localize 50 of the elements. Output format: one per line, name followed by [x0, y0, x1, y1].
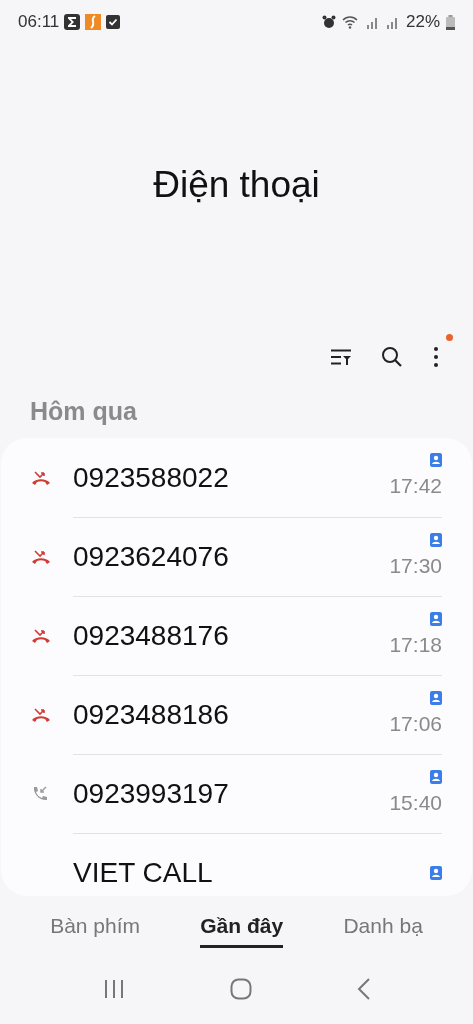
call-log-item[interactable]: 0923624076 17:30: [1, 517, 472, 596]
contact-icon: [430, 611, 442, 626]
contact-icon: [430, 769, 442, 784]
contact-icon: [430, 866, 442, 880]
battery-percentage: 22%: [405, 11, 440, 34]
call-time: 15:40: [389, 789, 442, 816]
wifi-icon: [341, 15, 360, 29]
incoming-call-icon: [31, 784, 49, 803]
recent-apps-icon[interactable]: [102, 979, 125, 999]
missed-call-icon: [31, 548, 51, 565]
call-log-item[interactable]: 0923993197 15:40: [1, 754, 472, 833]
bottom-tab[interactable]: Gần đây: [200, 909, 284, 949]
missed-call-icon: [31, 706, 51, 723]
contact-icon: [430, 532, 442, 547]
signal-icon: [365, 15, 380, 29]
wave-app-icon: [85, 14, 102, 30]
missed-call-icon: [31, 627, 51, 644]
call-time: 17:18: [389, 631, 442, 658]
bottom-tab[interactable]: Bàn phím: [50, 909, 140, 949]
call-time: 17:42: [389, 473, 442, 500]
caller-number: 0923993197: [73, 777, 229, 811]
search-icon: [381, 346, 403, 368]
caller-number: 0923588022: [73, 460, 229, 495]
call-log-item[interactable]: 0923488176 17:18: [1, 596, 472, 675]
status-time: 06:11: [18, 11, 60, 34]
section-header: Hôm qua: [30, 395, 137, 427]
page-title: Điện thoại: [153, 163, 320, 208]
call-log-item[interactable]: VIET CALL: [1, 833, 472, 896]
signal-icon: [385, 15, 400, 29]
missed-call-icon: [31, 469, 51, 486]
more-options-icon: [433, 346, 439, 368]
caller-number: 0923624076: [73, 540, 229, 574]
call-time: 17:30: [389, 552, 442, 579]
home-icon[interactable]: [229, 978, 252, 1000]
caller-number: 0923488176: [73, 619, 229, 653]
call-log-item[interactable]: 0923588022 17:42: [1, 438, 472, 517]
battery-icon: [446, 14, 455, 30]
bottom-tab[interactable]: Danh bạ: [343, 909, 423, 949]
filter-button[interactable]: [329, 347, 353, 367]
contact-icon: [430, 453, 442, 468]
sigma-app-icon: [64, 14, 81, 30]
contact-icon: [430, 690, 442, 705]
call-time: 17:06: [389, 710, 442, 737]
caller-number: 0923488186: [73, 698, 229, 732]
checkbox-app-icon: [106, 15, 121, 29]
call-log-item[interactable]: 0923488186 17:06: [1, 675, 472, 754]
caller-number: VIET CALL: [73, 856, 213, 890]
back-icon[interactable]: [356, 978, 371, 1000]
filter-icon: [331, 349, 351, 365]
alarm-icon: [321, 15, 336, 29]
